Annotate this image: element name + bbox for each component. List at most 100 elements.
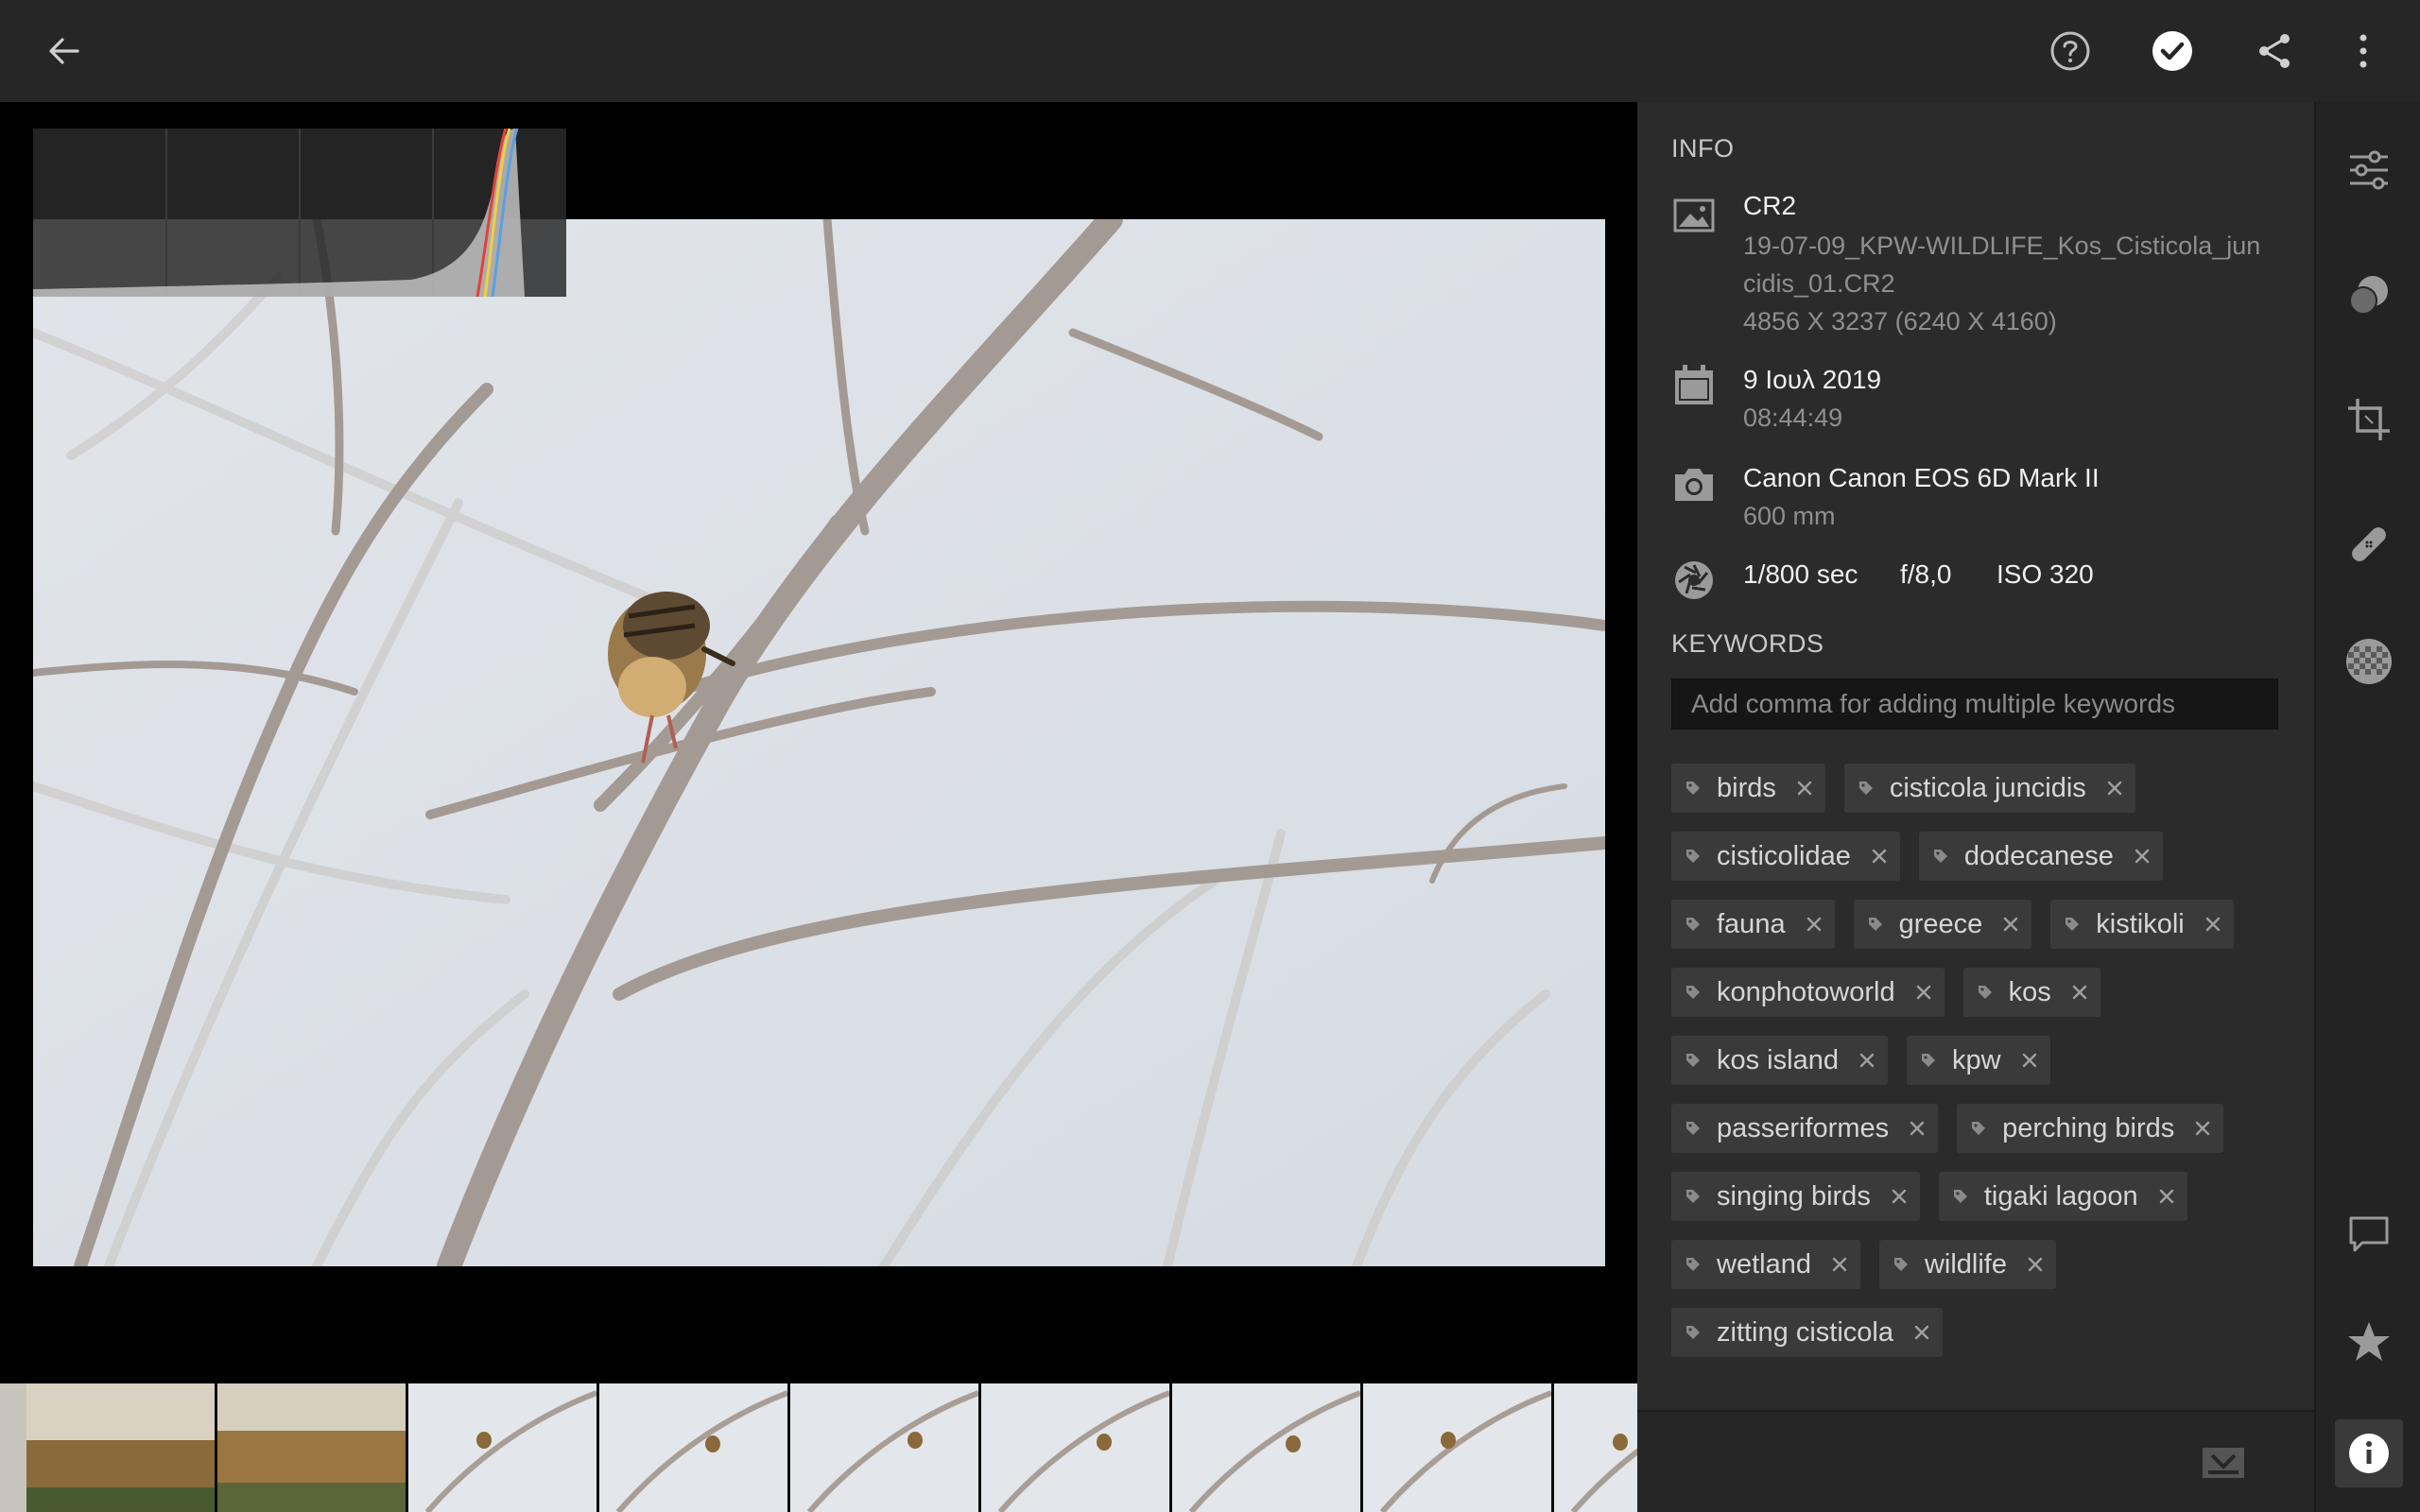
thumbnail[interactable] — [408, 1383, 596, 1512]
close-icon — [2022, 1053, 2036, 1068]
keyword-tag[interactable]: wildlife — [1878, 1240, 2056, 1289]
done-button[interactable] — [2142, 21, 2203, 81]
keyword-tag[interactable]: kpw — [1906, 1036, 2050, 1085]
aperture-value: f/8,0 — [1900, 559, 1952, 589]
thumbnail[interactable] — [790, 1383, 978, 1512]
remove-keyword-button[interactable] — [2157, 1187, 2176, 1206]
keyword-label: fauna — [1717, 908, 1786, 939]
thumbnail[interactable] — [217, 1383, 406, 1512]
info-button[interactable] — [2335, 1419, 2403, 1487]
crop-button[interactable] — [2335, 386, 2403, 454]
remove-keyword-button[interactable] — [1912, 1323, 1931, 1342]
iso-value: ISO 320 — [1996, 559, 2094, 589]
comments-button[interactable] — [2335, 1200, 2403, 1268]
keyword-label: konphotoworld — [1717, 976, 1895, 1007]
remove-keyword-button[interactable] — [1805, 915, 1824, 934]
bird-photo — [33, 219, 1605, 1266]
thumbnail[interactable] — [1363, 1383, 1551, 1512]
tag-icon — [1686, 782, 1700, 795]
tag-icon — [1686, 1122, 1700, 1135]
presets-button[interactable] — [2335, 261, 2403, 329]
keyword-tag[interactable]: kistikoli — [2050, 900, 2234, 949]
help-button[interactable] — [2040, 21, 2100, 81]
photo-canvas[interactable] — [33, 219, 1605, 1266]
keyword-tag[interactable]: singing birds — [1671, 1172, 1920, 1221]
remove-keyword-button[interactable] — [2001, 915, 2020, 934]
thumbnail[interactable] — [1172, 1383, 1360, 1512]
remove-keyword-button[interactable] — [1908, 1119, 1927, 1138]
keyword-label: wildlife — [1924, 1248, 2007, 1280]
keyword-label: cisticolidae — [1717, 840, 1851, 871]
selective-button[interactable] — [2335, 627, 2403, 696]
close-icon — [2135, 849, 2150, 864]
keyword-tag[interactable]: cisticolidae — [1671, 832, 1900, 881]
keyword-label: dodecanese — [1963, 840, 2114, 871]
collapse-panel-icon[interactable] — [2201, 1444, 2246, 1482]
keyword-label: tigaki lagoon — [1983, 1180, 2138, 1211]
keyword-tag[interactable]: perching birds — [1957, 1104, 2224, 1153]
keyword-tag[interactable]: cisticola juncidis — [1843, 764, 2135, 813]
photo-viewer[interactable] — [0, 102, 1637, 1383]
keyword-tag[interactable]: greece — [1853, 900, 2032, 949]
keyword-tag[interactable]: birds — [1671, 764, 1825, 813]
remove-keyword-button[interactable] — [2193, 1119, 2212, 1138]
remove-keyword-button[interactable] — [2204, 915, 2222, 934]
keyword-tag[interactable]: wetland — [1671, 1240, 1860, 1289]
remove-keyword-button[interactable] — [1914, 983, 1933, 1002]
remove-keyword-button[interactable] — [2133, 847, 2152, 866]
keyword-tag[interactable]: zitting cisticola — [1671, 1308, 1943, 1357]
rating-button[interactable] — [2335, 1308, 2403, 1376]
close-icon — [1910, 1121, 1925, 1136]
share-button[interactable] — [2244, 21, 2305, 81]
file-dimensions: 4856 X 3237 (6240 X 4160) — [1743, 307, 2057, 335]
close-icon — [2205, 917, 2220, 932]
keyword-tag[interactable]: kos island — [1671, 1036, 1888, 1085]
keyword-input[interactable] — [1671, 679, 2278, 730]
remove-keyword-button[interactable] — [2026, 1255, 2045, 1274]
keyword-tag[interactable]: tigaki lagoon — [1938, 1172, 2187, 1221]
tag-icon — [1972, 1122, 1986, 1135]
close-icon — [1916, 985, 1930, 1000]
aperture-icon — [1675, 561, 1713, 599]
selective-mask-icon — [2346, 639, 2392, 684]
remove-keyword-button[interactable] — [1858, 1051, 1876, 1070]
check-circle-icon — [2152, 31, 2192, 71]
keyword-tag[interactable]: kos — [1962, 968, 2100, 1017]
remove-keyword-button[interactable] — [1830, 1255, 1849, 1274]
file-name-line1: 19-07-09_KPW-WILDLIFE_Kos_Cisticola_jun — [1743, 232, 2261, 260]
keywords-section-title: KEYWORDS — [1671, 629, 1824, 658]
remove-keyword-button[interactable] — [1890, 1187, 1909, 1206]
thumbnail[interactable] — [1554, 1383, 1637, 1512]
remove-keyword-button[interactable] — [1795, 779, 1814, 798]
keyword-row: birds cisticola juncidis — [1671, 764, 2295, 813]
thumbnail[interactable] — [0, 1383, 27, 1512]
more-options-button[interactable] — [2333, 21, 2394, 81]
keyword-label: kistikoli — [2096, 908, 2185, 939]
keyword-tag[interactable]: fauna — [1671, 900, 1835, 949]
thumbnail[interactable] — [26, 1383, 215, 1512]
tag-icon — [1933, 850, 1947, 863]
close-icon — [1806, 917, 1821, 932]
edit-adjustments-button[interactable] — [2335, 136, 2403, 204]
shutter-speed: 1/800 sec — [1743, 559, 1858, 589]
keyword-tag[interactable]: dodecanese — [1918, 832, 2163, 881]
back-button[interactable] — [34, 21, 95, 81]
thumbnail[interactable] — [599, 1383, 787, 1512]
close-icon — [2072, 985, 2086, 1000]
keyword-row: konphotoworld kos — [1671, 968, 2295, 1017]
keyword-tag[interactable]: passeriformes — [1671, 1104, 1939, 1153]
keyword-tag[interactable]: konphotoworld — [1671, 968, 1945, 1017]
tag-icon — [1686, 1326, 1700, 1339]
tag-icon — [1858, 782, 1873, 795]
thumbnail[interactable] — [981, 1383, 1169, 1512]
close-icon — [1892, 1189, 1907, 1204]
remove-keyword-button[interactable] — [1870, 847, 1889, 866]
camera-icon — [1675, 469, 1713, 501]
keyword-tags: birds cisticola juncidis cisticolidae dodec… — [1671, 764, 2295, 1376]
remove-keyword-button[interactable] — [2070, 983, 2089, 1002]
remove-keyword-button[interactable] — [2020, 1051, 2039, 1070]
remove-keyword-button[interactable] — [2105, 779, 2124, 798]
keyword-label: singing birds — [1717, 1180, 1871, 1211]
healing-button[interactable] — [2335, 510, 2403, 578]
close-icon — [1859, 1053, 1875, 1068]
